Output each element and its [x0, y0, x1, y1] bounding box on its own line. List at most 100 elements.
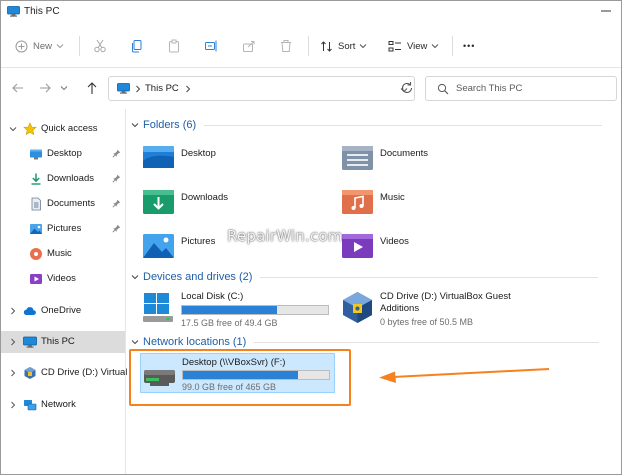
sidebar-item-network[interactable]: Network: [1, 394, 125, 416]
view-label: View: [407, 40, 428, 52]
chevron-right-icon[interactable]: [8, 337, 18, 347]
downloads-folder-icon: [143, 190, 174, 214]
sidebar-item-documents[interactable]: Documents: [1, 193, 125, 215]
music-folder-icon: [342, 190, 373, 214]
sidebar-item-music[interactable]: Music: [1, 243, 125, 265]
pictures-folder-icon: [143, 234, 174, 258]
chevron-down-icon: [432, 44, 439, 49]
address-row: This PC: [1, 69, 621, 109]
new-button[interactable]: New: [15, 35, 65, 57]
address-bar[interactable]: This PC: [108, 76, 415, 101]
chevron-down-icon[interactable]: [130, 120, 140, 130]
view-button[interactable]: View: [388, 35, 440, 57]
copy-button[interactable]: [130, 35, 144, 57]
minimize-button[interactable]: [597, 4, 615, 18]
chevron-right-icon[interactable]: [8, 306, 18, 316]
videos-icon: [30, 274, 42, 284]
search-box[interactable]: [425, 76, 617, 101]
content-pane: Folders (6) Desktop Documents Downloads …: [126, 109, 621, 474]
videos-folder-icon: [342, 234, 373, 258]
new-label: New: [33, 40, 53, 52]
paste-button[interactable]: [167, 35, 181, 57]
cloud-icon: [23, 307, 36, 315]
group-header-devices[interactable]: Devices and drives (2): [130, 269, 599, 285]
folder-tile-desktop[interactable]: Desktop: [142, 141, 342, 179]
rename-button[interactable]: [204, 35, 218, 57]
up-arrow-icon[interactable]: [84, 80, 100, 96]
scissors-icon: [94, 39, 106, 53]
music-icon: [30, 248, 42, 260]
toolbar-separator: [79, 36, 80, 56]
group-header-network[interactable]: Network locations (1): [130, 334, 600, 350]
toolbar-separator: [308, 36, 309, 56]
pin-icon: [112, 174, 121, 183]
sidebar-item-cd-drive[interactable]: CD Drive (D:) Virtual: [1, 362, 127, 384]
chevron-right-icon[interactable]: [8, 368, 18, 378]
sort-button[interactable]: Sort: [320, 35, 368, 57]
breadcrumb-this-pc[interactable]: This PC: [145, 83, 179, 94]
back-arrow-icon[interactable]: [10, 80, 26, 96]
folder-label: Music: [380, 192, 405, 203]
network-icon: [24, 400, 37, 411]
recent-chevron-icon[interactable]: [59, 80, 69, 96]
sidebar-item-videos[interactable]: Videos: [1, 268, 125, 290]
sort-label: Sort: [338, 40, 356, 52]
folder-tile-downloads[interactable]: Downloads: [142, 185, 342, 223]
folder-tile-pictures[interactable]: Pictures: [142, 229, 342, 267]
window-title: This PC: [24, 6, 60, 17]
group-header-folders[interactable]: Folders (6): [130, 117, 603, 133]
sidebar-item-onedrive[interactable]: OneDrive: [1, 300, 125, 322]
sort-icon: [321, 40, 332, 52]
documents-folder-icon: [342, 146, 373, 170]
group-divider: [260, 276, 599, 278]
desktop-folder-icon: [143, 146, 174, 168]
title-bar: This PC: [1, 1, 621, 23]
drive-usage-bar: [181, 305, 329, 315]
cut-button[interactable]: [93, 35, 107, 57]
drive-name: Local Disk (C:): [181, 291, 244, 302]
folder-label: Downloads: [181, 192, 228, 203]
delete-button[interactable]: [279, 35, 293, 57]
trash-icon: [281, 40, 291, 52]
download-icon: [31, 173, 41, 185]
sidebar-item-this-pc[interactable]: This PC: [1, 331, 125, 353]
share-button[interactable]: [242, 35, 256, 57]
folder-tile-music[interactable]: Music: [341, 185, 541, 223]
folder-label: Documents: [380, 148, 429, 159]
sidebar-item-pictures[interactable]: Pictures: [1, 218, 125, 240]
drive-name: CD Drive (D:) VirtualBox Guest: [380, 291, 511, 302]
search-input[interactable]: [456, 81, 606, 96]
group-title: Devices and drives (2): [143, 271, 253, 283]
more-options-button[interactable]: •••: [463, 35, 475, 57]
chevron-down-icon[interactable]: [130, 337, 140, 347]
sidebar-item-quick-access[interactable]: Quick access: [1, 118, 125, 140]
drive-tile-local-disk[interactable]: Local Disk (C:) 17.5 GB free of 49.4 GB: [142, 289, 342, 331]
chevron-down-icon: [360, 44, 367, 49]
drive-free-space: 0 bytes free of 50.5 MB: [380, 317, 474, 327]
more-options-icon: •••: [463, 41, 476, 51]
search-icon: [437, 83, 449, 95]
chevron-right-icon: [136, 85, 141, 93]
sidebar-item-label: Documents: [47, 198, 96, 209]
annotation-arrow-icon: [379, 368, 550, 383]
sidebar-item-label: Pictures: [47, 223, 82, 234]
folder-tile-documents[interactable]: Documents: [341, 141, 541, 179]
sidebar-item-desktop[interactable]: Desktop: [1, 143, 125, 165]
refresh-icon[interactable]: [399, 80, 415, 96]
chevron-right-icon[interactable]: [8, 400, 18, 410]
folder-label: Videos: [380, 236, 409, 247]
chevron-down-icon[interactable]: [8, 124, 18, 134]
pin-icon: [112, 199, 121, 208]
group-divider: [204, 124, 603, 126]
share-icon: [243, 41, 255, 52]
forward-arrow-icon[interactable]: [37, 80, 53, 96]
command-bar: New Sort View •••: [1, 23, 621, 68]
drive-tile-cd-drive[interactable]: CD Drive (D:) VirtualBox Guest Additions…: [341, 289, 541, 331]
pin-icon: [112, 224, 121, 233]
chevron-right-icon[interactable]: [184, 84, 192, 94]
pictures-icon: [30, 224, 42, 234]
computer-icon: [117, 83, 130, 94]
folder-tile-videos[interactable]: Videos: [341, 229, 541, 267]
sidebar-item-downloads[interactable]: Downloads: [1, 168, 125, 190]
chevron-down-icon[interactable]: [130, 272, 140, 282]
